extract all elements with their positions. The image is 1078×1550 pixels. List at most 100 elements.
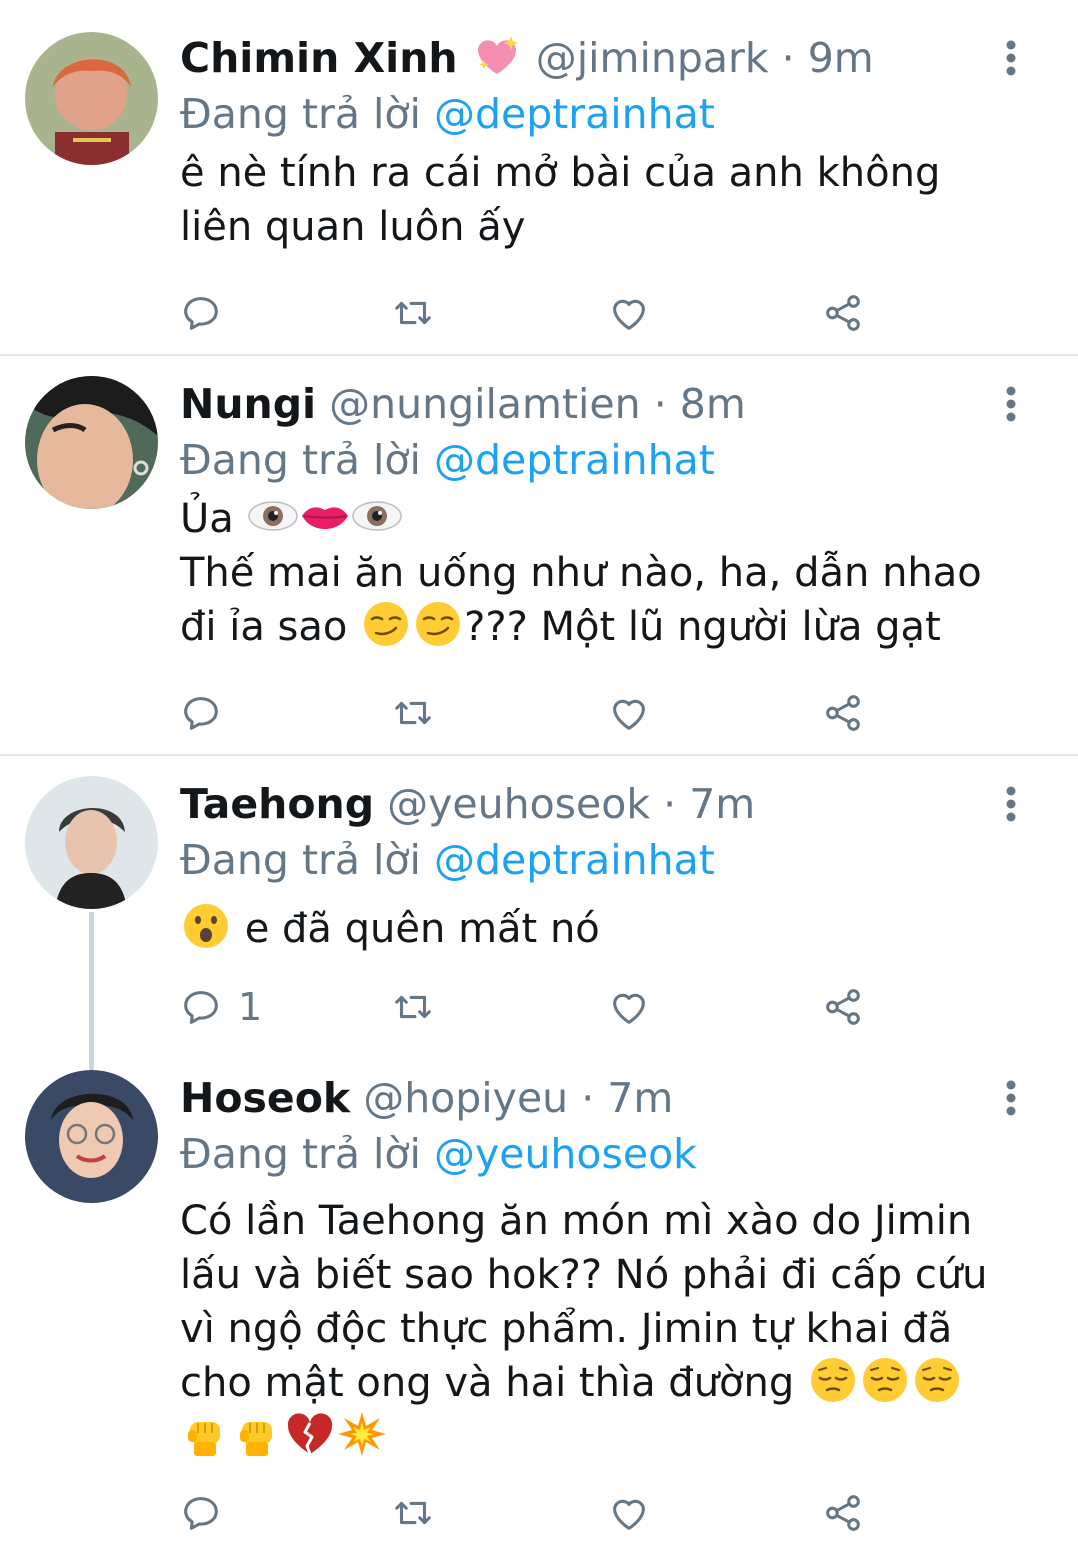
retweet-icon (390, 1490, 436, 1536)
reply-icon (178, 290, 224, 336)
reply-prefix: Đang trả lời (180, 836, 421, 884)
avatar[interactable] (25, 776, 158, 909)
eye-icon (247, 492, 299, 540)
mention-link[interactable]: @deptrainhat (434, 836, 715, 884)
text-line: liên quan luôn ấy (180, 204, 526, 250)
like-icon (606, 1490, 652, 1536)
smirk-icon (360, 600, 412, 648)
text-fragment: Ủa (180, 496, 234, 542)
like-button[interactable] (606, 1488, 652, 1538)
user-handle[interactable]: @jiminpark (536, 34, 769, 82)
text-line: e đã quên mất nó (180, 902, 1020, 956)
reply-button[interactable] (178, 1488, 224, 1538)
display-name[interactable]: Chimin Xinh (180, 34, 458, 82)
share-button[interactable] (820, 982, 866, 1032)
share-icon (820, 984, 866, 1030)
like-button[interactable] (606, 688, 652, 738)
text-line: lấu và biết sao hok?? Nó phải đi cấp cứu (180, 1252, 988, 1298)
mention-link[interactable]: @yeuhoseok (434, 1130, 697, 1178)
sparkling-heart-icon (471, 32, 523, 80)
like-icon (606, 984, 652, 1030)
tweet-text: ê nè tính ra cái mở bài của anh không li… (180, 146, 1020, 254)
text-line (180, 1410, 1020, 1464)
more-icon[interactable] (996, 1078, 1026, 1118)
text-fragment: e đã quên mất nó (244, 906, 600, 952)
user-handle[interactable]: @hopiyeu (363, 1074, 568, 1122)
share-button[interactable] (820, 288, 866, 338)
replying-to: Đang trả lời @yeuhoseok (180, 1126, 1020, 1182)
share-button[interactable] (820, 1488, 866, 1538)
tweet-actions: 1 (178, 982, 898, 1032)
replying-to: Đang trả lời @deptrainhat (180, 432, 1020, 488)
text-line: ê nè tính ra cái mở bài của anh không (180, 150, 941, 196)
text-fragment: ??? Một lũ người lừa gạt (464, 604, 941, 650)
broken-heart-icon (284, 1410, 336, 1458)
tweet-actions (178, 1488, 898, 1538)
hushed-face-icon (180, 902, 232, 950)
separator: · (653, 380, 667, 428)
share-button[interactable] (820, 688, 866, 738)
user-handle[interactable]: @nungilamtien (329, 380, 641, 428)
display-name[interactable]: Nungi (180, 380, 316, 428)
avatar[interactable] (25, 1070, 158, 1203)
share-icon (820, 690, 866, 736)
replying-to: Đang trả lời @deptrainhat (180, 86, 1020, 142)
replying-to: Đang trả lời @deptrainhat (180, 832, 1020, 888)
more-icon[interactable] (996, 784, 1026, 824)
tweet[interactable]: Hoseok @hopiyeu · 7m Đang trả lời @yeuho… (0, 1056, 1078, 1550)
like-icon (606, 290, 652, 336)
reply-icon (178, 984, 224, 1030)
text-line: đi ỉa sao ??? Một lũ người lừa gạt (180, 600, 1020, 654)
share-icon (820, 1490, 866, 1536)
reply-button[interactable]: 1 (178, 982, 262, 1032)
retweet-button[interactable] (390, 982, 436, 1032)
timestamp[interactable]: 7m (689, 780, 755, 828)
more-icon[interactable] (996, 384, 1026, 424)
mention-link[interactable]: @deptrainhat (434, 90, 715, 138)
like-button[interactable] (606, 982, 652, 1032)
retweet-button[interactable] (390, 1488, 436, 1538)
timestamp[interactable]: 7m (607, 1074, 673, 1122)
retweet-button[interactable] (390, 288, 436, 338)
text-line: Thế mai ăn uống như nào, ha, dẫn nhao (180, 550, 982, 596)
timestamp[interactable]: 9m (808, 34, 874, 82)
collision-icon (336, 1410, 388, 1458)
reply-prefix: Đang trả lời (180, 436, 421, 484)
retweet-icon (390, 984, 436, 1030)
like-icon (606, 690, 652, 736)
like-button[interactable] (606, 288, 652, 338)
user-handle[interactable]: @yeuhoseok (387, 780, 650, 828)
display-name[interactable]: Taehong (180, 780, 374, 828)
retweet-icon (390, 290, 436, 336)
smirk-icon (412, 600, 464, 648)
share-icon (820, 290, 866, 336)
reply-prefix: Đang trả lời (180, 1130, 421, 1178)
tweet[interactable]: Taehong @yeuhoseok · 7m Đang trả lời @de… (0, 756, 1078, 1056)
tweet[interactable]: Chimin Xinh @jiminpark · 9m Đang trả lời… (0, 0, 1078, 354)
mention-link[interactable]: @deptrainhat (434, 436, 715, 484)
reply-button[interactable] (178, 288, 224, 338)
reply-button[interactable] (178, 688, 224, 738)
avatar[interactable] (25, 376, 158, 509)
reply-icon (178, 690, 224, 736)
separator: · (663, 780, 677, 828)
display-name[interactable]: Hoseok (180, 1074, 350, 1122)
tweet-actions (178, 688, 898, 738)
tweet-text: Ủa Thế mai ăn uống như nào, ha, dẫn nhao… (180, 492, 1020, 654)
pensive-face-icon (859, 1356, 911, 1404)
mouth-icon (299, 492, 351, 540)
tweet-text: e đã quên mất nó (180, 902, 1020, 956)
separator: · (581, 1074, 595, 1122)
more-icon[interactable] (996, 38, 1026, 78)
avatar[interactable] (25, 32, 158, 165)
separator: · (781, 34, 795, 82)
text-line: Có lần Taehong ăn món mì xào do Jimin (180, 1198, 973, 1244)
timestamp[interactable]: 8m (680, 380, 746, 428)
text-line: vì ngộ độc thực phẩm. Jimin tự khai đã (180, 1306, 953, 1352)
retweet-button[interactable] (390, 688, 436, 738)
text-line: Ủa (180, 492, 1020, 546)
tweet[interactable]: Nungi @nungilamtien · 8m Đang trả lời @d… (0, 356, 1078, 754)
reply-prefix: Đang trả lời (180, 90, 421, 138)
eye-icon (351, 492, 403, 540)
tweet-actions (178, 288, 898, 338)
